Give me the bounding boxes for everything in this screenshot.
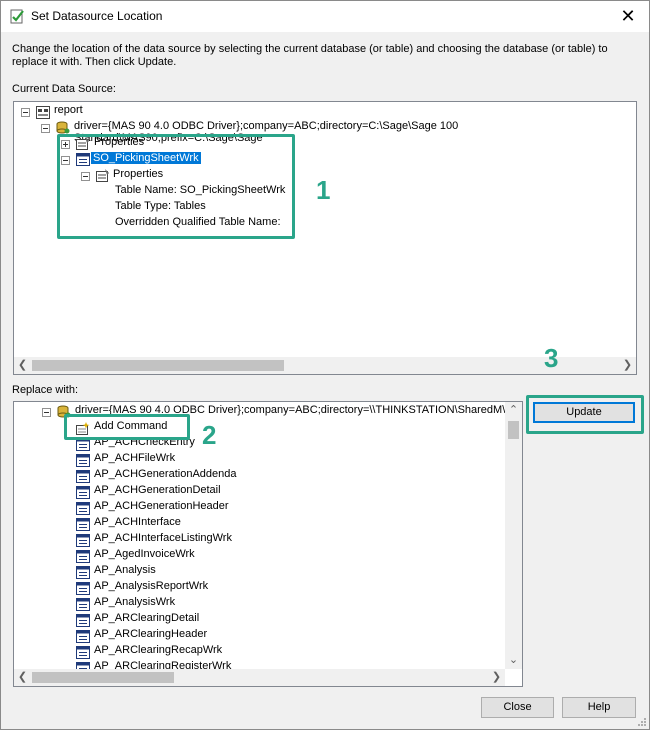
scroll-up-icon[interactable]: ⌃ (505, 402, 522, 419)
tree-node-table[interactable]: AP_ARClearingHeader (92, 628, 209, 640)
close-window-icon[interactable]: ✕ (615, 3, 641, 29)
table-icon (76, 598, 90, 611)
tree-node-table[interactable]: AP_AnalysisWrk (92, 596, 177, 608)
tree-node-table[interactable]: AP_ACHGenerationDetail (92, 484, 223, 496)
table-icon (76, 646, 90, 659)
table-icon (76, 470, 90, 483)
dialog-window: Set Datasource Location ✕ Change the loc… (0, 0, 650, 730)
collapse-driver-icon[interactable] (41, 124, 50, 133)
vertical-scrollbar[interactable]: ⌃ ⌄ (505, 402, 522, 669)
annotation-number-3: 3 (544, 343, 559, 373)
close-button[interactable]: Close (481, 697, 554, 718)
datasource-app-icon (10, 9, 24, 24)
scroll-left-icon[interactable]: ❮ (14, 357, 31, 374)
tree-node-table[interactable]: AP_ACHInterface (92, 516, 183, 528)
collapse-report-icon[interactable] (21, 108, 30, 117)
highlight-box-2 (64, 414, 190, 440)
tree-node-table[interactable]: AP_ARClearingDetail (92, 612, 201, 624)
resize-grip-icon[interactable] (637, 717, 647, 727)
table-icon (76, 534, 90, 547)
tree-node-table[interactable]: AP_ACHInterfaceListingWrk (92, 532, 234, 544)
tree-node-table[interactable]: AP_ACHFileWrk (92, 452, 177, 464)
tree-node-table[interactable]: AP_ACHGenerationAddenda (92, 468, 238, 480)
tree-node-table[interactable]: AP_ARClearingRecapWrk (92, 644, 224, 656)
title-bar: Set Datasource Location ✕ (1, 1, 649, 32)
table-icon (76, 550, 90, 563)
scroll-thumb[interactable] (32, 360, 284, 371)
instructions-text: Change the location of the data source b… (12, 43, 608, 68)
annotation-number-1: 1 (316, 175, 331, 205)
tree-node-table[interactable]: AP_AgedInvoiceWrk (92, 548, 197, 560)
tree-node-table[interactable]: AP_ACHGenerationHeader (92, 500, 231, 512)
tree-node-report[interactable]: report (52, 104, 85, 116)
table-icon (76, 630, 90, 643)
replace-with-label: Replace with: (12, 384, 79, 396)
vertical-scroll-thumb[interactable] (508, 421, 519, 439)
annotation-number-2: 2 (202, 420, 217, 450)
highlight-box-3 (526, 395, 644, 434)
table-icon (76, 502, 90, 515)
replace-horizontal-scrollbar[interactable]: ❮ ❯ (14, 669, 505, 686)
horizontal-scrollbar[interactable]: ❮ ❯ (14, 357, 636, 374)
help-button[interactable]: Help (562, 697, 636, 718)
scroll-down-icon[interactable]: ⌄ (505, 652, 522, 669)
scroll-right-icon[interactable]: ❯ (488, 669, 505, 686)
table-icon (76, 566, 90, 579)
table-icon (76, 486, 90, 499)
tree-node-table[interactable]: AP_AnalysisReportWrk (92, 580, 210, 592)
current-data-source-label: Current Data Source: (12, 83, 116, 95)
table-icon (76, 518, 90, 531)
table-icon (76, 454, 90, 467)
collapse-replace-driver-icon[interactable] (42, 408, 51, 417)
scroll-left-icon[interactable]: ❮ (14, 669, 31, 686)
highlight-box-1 (57, 134, 295, 239)
window-title: Set Datasource Location (31, 9, 163, 23)
table-icon (76, 614, 90, 627)
database-icon (56, 121, 70, 134)
scroll-right-icon[interactable]: ❯ (619, 357, 636, 374)
replace-with-tree[interactable]: driver={MAS 90 4.0 ODBC Driver};company=… (13, 401, 523, 687)
scroll-thumb[interactable] (32, 672, 174, 683)
table-icon (76, 582, 90, 595)
report-icon (36, 106, 50, 119)
tree-node-table[interactable]: AP_Analysis (92, 564, 158, 576)
